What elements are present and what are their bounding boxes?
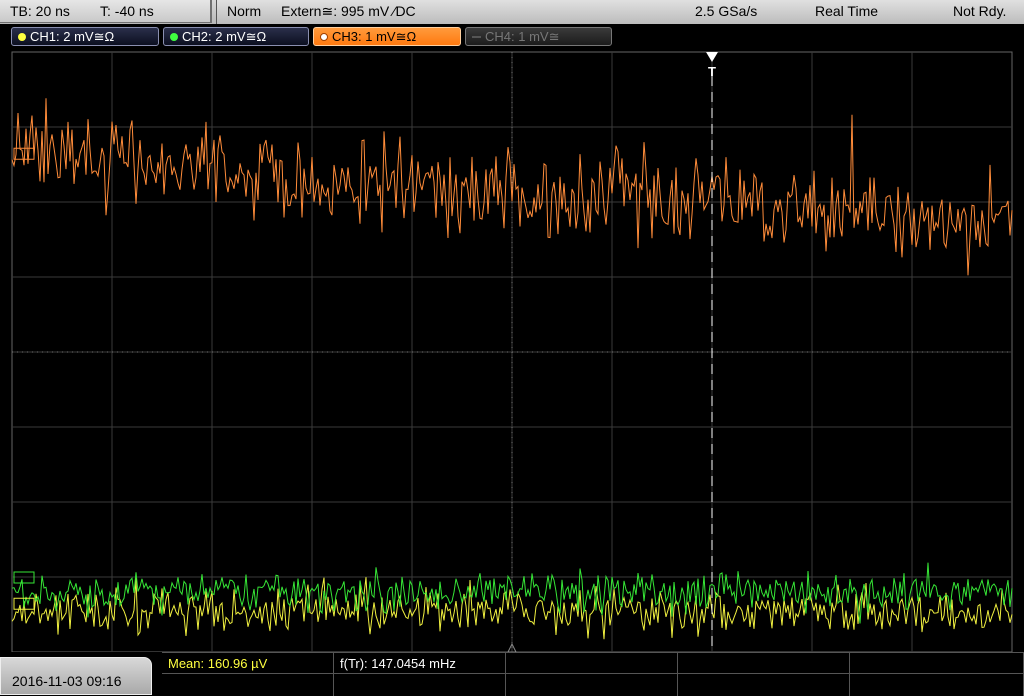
timebase-panel[interactable]: TB: 20 ns T: -40 ns [0,0,212,23]
measurement-cell-5[interactable] [850,653,1024,674]
channel-1-label: CH1: 2 mV≅Ω [30,29,115,44]
trigger-source: Extern≅: 995 mV ⁄DC [281,3,416,19]
channel-1-dot-icon [18,33,26,41]
timebase-label: TB: 20 ns [10,3,70,19]
measurement-panel[interactable]: Mean: 160.96 µV f(Tr): 147.0454 mHz [162,652,1024,696]
waveform-canvas: T [11,51,1013,652]
run-state: Not Rdy. [953,3,1007,19]
channel-1-tab[interactable]: CH1: 2 mV≅Ω [11,27,159,46]
date-time: 2016-11-03 09:16 [12,673,122,689]
measurement-cell-10[interactable] [850,674,1024,696]
measurement-cell-4[interactable] [678,653,850,674]
trigger-mode: Norm [227,3,262,19]
mean-measurement: Mean: 160.96 µV [168,656,268,671]
channel-2-label: CH2: 2 mV≅Ω [182,29,267,44]
channel-3-dot-icon [320,33,328,41]
trigger-offset-label: T: -40 ns [100,3,154,19]
waveform-display[interactable]: T [0,48,1024,652]
measurement-cell-6[interactable] [162,674,334,696]
channel-4-tab[interactable]: CH4: 1 mV≅ [465,27,612,46]
acquisition-mode: Real Time [815,3,879,19]
channel-4-label: CH4: 1 mV≅ [485,29,560,44]
trigger-position-icon[interactable] [706,52,718,62]
acquisition-status-panel[interactable]: Norm Extern≅: 995 mV ⁄DC 2.5 GSa/s Real … [216,0,1024,24]
frequency-measurement: f(Tr): 147.0454 mHz [340,656,456,671]
sample-rate: 2.5 GSa/s [695,3,758,19]
measurement-cell-7[interactable] [334,674,506,696]
channel-3-tab[interactable]: CH3: 1 mV≅Ω [313,27,461,46]
graticule-grid [12,52,1012,652]
channel-2-dot-icon [170,33,178,41]
channel-2-tab[interactable]: CH2: 2 mV≅Ω [163,27,309,46]
measurement-cell-3[interactable] [506,653,678,674]
measurement-cell-freq[interactable]: f(Tr): 147.0454 mHz [334,653,506,674]
channel-3-label: CH3: 1 mV≅Ω [332,29,417,44]
trigger-label: T [708,64,716,79]
measurement-cell-mean[interactable]: Mean: 160.96 µV [162,653,334,674]
channel-4-off-icon [472,36,481,38]
measurement-cell-9[interactable] [678,674,850,696]
measurement-cell-8[interactable] [506,674,678,696]
